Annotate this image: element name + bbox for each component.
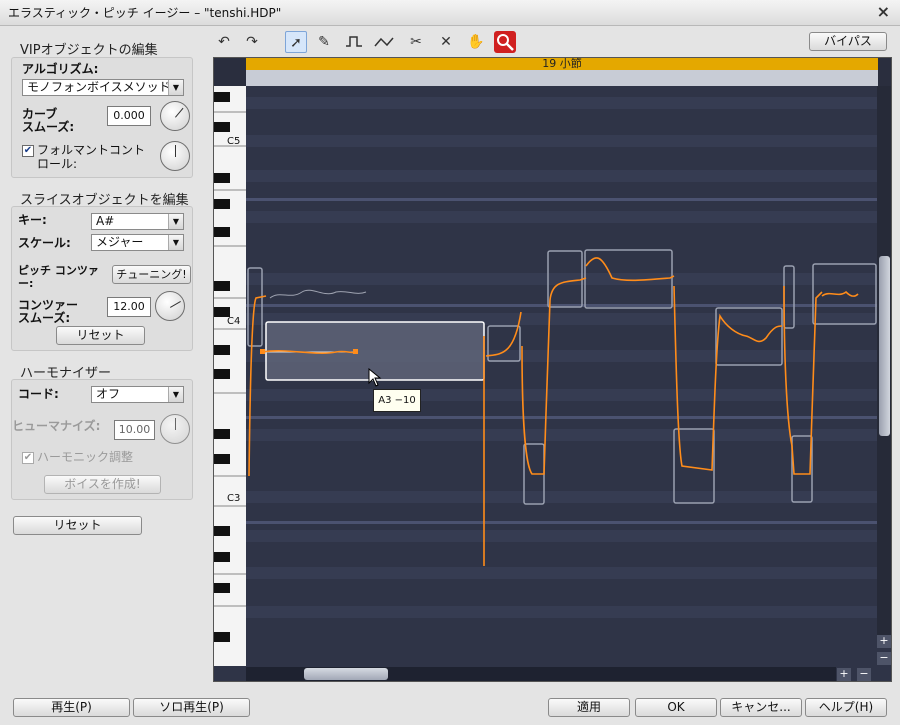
vertical-zoom-in-button[interactable]: + — [877, 635, 891, 648]
horizontal-scroll-thumb[interactable] — [304, 668, 388, 680]
harmonic-adjust-checkbox[interactable]: ✔ — [22, 452, 34, 464]
ok-button[interactable]: OK — [635, 698, 717, 717]
chord-value: オフ — [96, 387, 121, 401]
vertical-scroll-thumb[interactable] — [879, 256, 890, 436]
create-voice-button[interactable]: ボイスを作成! — [44, 475, 161, 494]
algorithm-select[interactable]: モノフォンボイスメソッド ▼ — [22, 79, 184, 96]
scissors-icon[interactable]: ✂ — [405, 31, 427, 53]
curve-smooth-input[interactable]: 0.000 — [107, 106, 151, 126]
beat-ruler[interactable] — [246, 70, 878, 86]
undo-icon[interactable]: ↶ — [213, 31, 235, 53]
pitch-editor[interactable]: 19 小節 C5 C4 C3 + − + − — [213, 57, 892, 682]
redo-icon[interactable]: ↷ — [241, 31, 263, 53]
harmonic-adjust-label: ハーモニック調整 — [37, 450, 134, 464]
humanize-label: ヒューマナイズ: — [12, 419, 101, 433]
chevron-down-icon: ▼ — [168, 80, 183, 95]
apply-button[interactable]: 適用 — [548, 698, 630, 717]
mouse-cursor-icon — [368, 368, 382, 387]
curve-icon[interactable] — [373, 31, 395, 53]
erase-icon[interactable]: ✕ — [435, 31, 457, 53]
key-value: A# — [96, 214, 115, 228]
cancel-button[interactable]: キャンセ... — [720, 698, 802, 717]
pitch-contour-label: ピッチ コンツァー: — [18, 264, 99, 290]
vip-heading: VIPオブジェクトの編集 — [20, 43, 158, 58]
pointer-icon[interactable]: ➚ — [285, 31, 307, 53]
key-select[interactable]: A# ▼ — [91, 213, 184, 230]
humanize-knob[interactable] — [160, 414, 190, 444]
key-label-c3: C3 — [227, 493, 241, 504]
reset-all-button[interactable]: リセット — [13, 516, 142, 535]
tuning-button[interactable]: チューニング! — [112, 265, 191, 284]
curve-smooth-knob[interactable] — [160, 101, 190, 131]
scale-label: スケール: — [18, 236, 71, 250]
solo-play-button[interactable]: ソロ再生(P) — [133, 698, 250, 717]
chord-label: コード: — [18, 387, 59, 401]
vertical-zoom-out-button[interactable]: − — [877, 652, 891, 665]
slice-group: キー: A# ▼ スケール: メジャー ▼ ピッチ コンツァー: チューニング!… — [11, 206, 193, 351]
close-icon[interactable]: × — [877, 2, 890, 21]
contour-smooth-label: コンツァー スムーズ: — [18, 298, 79, 325]
horizontal-zoom-out-button[interactable]: − — [857, 668, 871, 681]
vertical-scrollbar[interactable] — [877, 86, 891, 639]
horizontal-zoom-in-button[interactable]: + — [837, 668, 851, 681]
key-label-c5: C5 — [227, 136, 241, 147]
measure-label: 19 小節 — [542, 57, 582, 70]
horizontal-scrollbar[interactable] — [246, 667, 836, 681]
note-grid[interactable] — [246, 86, 877, 667]
pencil-icon[interactable]: ✎ — [313, 31, 335, 53]
algorithm-value: モノフォンボイスメソッド — [27, 80, 171, 94]
chevron-down-icon: ▼ — [168, 235, 183, 250]
help-button[interactable]: ヘルプ(H) — [805, 698, 887, 717]
title-bar: エラスティック・ピッチ イージー – "tenshi.HDP" × — [0, 0, 900, 26]
key-label: キー: — [18, 213, 47, 227]
scale-select[interactable]: メジャー ▼ — [91, 234, 184, 251]
chevron-down-icon: ▼ — [168, 214, 183, 229]
bypass-button[interactable]: バイパス — [809, 32, 887, 51]
harmonizer-group: コード: オフ ▼ ヒューマナイズ: 10.00 ✔ ハーモニック調整 ボイスを… — [11, 379, 193, 500]
vip-group: アルゴリズム: モノフォンボイスメソッド ▼ カーブ スムーズ: 0.000 ✔… — [11, 57, 193, 178]
zoom-icon[interactable] — [494, 31, 516, 53]
pulse-icon[interactable] — [343, 31, 365, 53]
play-button[interactable]: 再生(P) — [13, 698, 130, 717]
contour-smooth-knob[interactable] — [155, 291, 185, 321]
chord-select[interactable]: オフ ▼ — [91, 386, 184, 403]
formant-knob[interactable] — [160, 141, 190, 171]
window-title: エラスティック・ピッチ イージー – "tenshi.HDP" — [8, 6, 282, 20]
pitch-tooltip: A3 −10 — [373, 389, 421, 412]
formant-checkbox[interactable]: ✔ — [22, 145, 34, 157]
scale-value: メジャー — [96, 235, 144, 249]
contour-smooth-input[interactable]: 12.00 — [107, 297, 151, 317]
algorithm-label: アルゴリズム: — [22, 62, 99, 76]
humanize-input[interactable]: 10.00 — [114, 420, 155, 440]
formant-label: フォルマントコントロール: — [37, 143, 146, 171]
chevron-down-icon: ▼ — [168, 387, 183, 402]
curve-smooth-label: カーブ スムーズ: — [22, 107, 75, 134]
slice-reset-button[interactable]: リセット — [56, 326, 145, 345]
key-label-c4: C4 — [227, 316, 241, 327]
piano-keyboard[interactable] — [214, 86, 246, 666]
measure-ruler[interactable]: 19 小節 — [246, 58, 878, 70]
hand-icon[interactable]: ✋ — [465, 31, 487, 53]
